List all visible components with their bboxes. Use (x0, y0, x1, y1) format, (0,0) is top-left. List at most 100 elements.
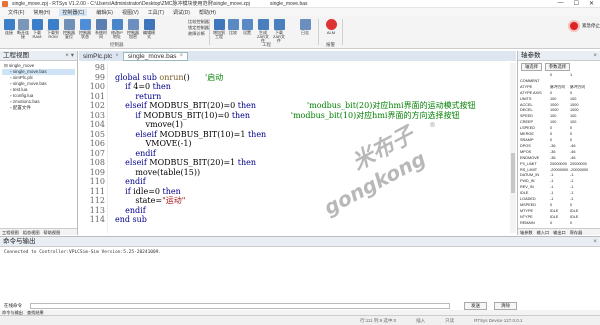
download-rom-button[interactable]: 下载到ROM (46, 19, 60, 39)
minimize-icon[interactable]: — (558, 0, 564, 7)
menu-item[interactable]: 编辑(E) (96, 9, 113, 16)
code-line: elseif MODBUS_BIT(20)=1 then (115, 158, 256, 167)
maximize-icon[interactable]: ☐ (574, 0, 579, 7)
connect-button[interactable]: 连接 (2, 19, 16, 35)
editor-scrollbar[interactable] (510, 63, 516, 233)
param-row[interactable]: REMAIN 0 0 (520, 221, 600, 227)
online-command-label: 在线命令 (4, 303, 22, 308)
code-line: if idle=0 then (115, 187, 181, 196)
project-panel-tabs: 工程视图 组态视图 帮助视图 (0, 228, 77, 235)
compare-label: 比较 (229, 30, 237, 35)
editor-tab[interactable]: simPlc.plc × (79, 52, 123, 61)
title-bar: single_move.zpj - RTSys V1.2.00 - C:\Use… (0, 0, 600, 8)
reset-label: 控制器复位 (63, 30, 75, 39)
download-ram-label: 下载RAM (32, 30, 42, 39)
menu-bar: 文件(F) 常用(H) 控制器(C) 编辑(E) 视图(V) 工具(T) 调试(D) 帮助(H… (0, 8, 600, 16)
editor-tab[interactable]: single_move.bas × (122, 52, 189, 61)
status-button[interactable]: 控制器状态 (78, 19, 92, 39)
zar-download-label: 下载ZAR文件 (273, 30, 285, 43)
edit-mode-button[interactable]: 编辑模式 (142, 19, 156, 39)
code-token: endif (115, 205, 146, 215)
param-select-button[interactable]: 参数选择 (544, 63, 571, 71)
compare-icon (227, 19, 239, 30)
project-tab[interactable]: 组态视图 (23, 229, 40, 235)
axis-panel-close-icon[interactable]: × (593, 51, 600, 60)
code-token: then (162, 186, 181, 196)
axis-panel-tab[interactable]: 输入口 (537, 229, 550, 235)
command-panel-close-icon[interactable]: × (593, 237, 600, 246)
axis-panel-tabs: 轴参数 输入口 输出口 寄存器 (518, 228, 600, 235)
code-token: MODBUS_BIT(20)=0 (149, 101, 238, 110)
code-line: endif (115, 149, 156, 158)
menu-item[interactable]: 调试(D) (173, 9, 190, 16)
code-line: VMOVE(-1) (115, 139, 192, 148)
zar-button[interactable]: 生成ZAR文件 (256, 19, 270, 43)
code-line: vmove(1) (115, 120, 184, 129)
add-project-label: 增加到工程 (213, 30, 225, 39)
axis-panel-tab[interactable]: 轴参数 (520, 229, 533, 235)
disconnect-button[interactable]: 断开连接 (16, 19, 30, 39)
ip-icon (111, 19, 123, 30)
code-token: then (231, 110, 251, 120)
tree-item[interactable]: ▫ 配置文件 (2, 105, 75, 111)
menu-item[interactable]: 文件(F) (8, 9, 24, 16)
code-token: if (115, 82, 134, 91)
axis-select-button[interactable]: 轴选择 (521, 63, 542, 71)
menu-item[interactable]: 帮助(H) (199, 9, 216, 16)
status-position: 行:111 列:9 选中:0 (360, 317, 397, 323)
editor-tabs: simPlc.plc × single_move.bas × (79, 51, 516, 61)
panel-close-icon[interactable]: × ▾ (65, 51, 77, 60)
command-input[interactable] (30, 303, 450, 309)
ip-button[interactable]: 修改IP地址 (110, 19, 124, 39)
code-area[interactable]: 98 99 global sub onrun() '启动 100 if 4=0 the… (79, 63, 516, 233)
line-number: 114 (89, 215, 105, 224)
code-token: then (152, 82, 171, 91)
diagnose-item[interactable]: 故障诊断 (188, 31, 209, 37)
settings-button[interactable]: 设置 (240, 19, 254, 35)
command-panel-title: 命令与输出 (3, 238, 36, 245)
code-token: idle=0 (133, 186, 163, 196)
reset-button[interactable]: 控制器复位 (62, 19, 76, 39)
menu-item[interactable]: 工具(T) (148, 9, 164, 16)
code-line: if MODBUS_BIT(10)=0 then 'modbus_bit(10)… (115, 111, 459, 120)
menu-item[interactable]: 常用(H) (33, 9, 50, 16)
line-number: 108 (89, 158, 105, 167)
close-icon[interactable]: ✕ (589, 0, 594, 7)
send-button[interactable]: 发送 (464, 302, 487, 310)
connect-label: 连接 (5, 30, 13, 35)
compare-button[interactable]: 比较 (226, 19, 240, 35)
disconnect-label: 断开连接 (17, 30, 29, 39)
project-tab[interactable]: 帮助视图 (44, 229, 61, 235)
status-insert: 插入 (416, 317, 426, 323)
zar-download-button[interactable]: 下载ZAR文件 (272, 19, 286, 43)
ribbon-toolbar: 连接 断开连接 下载RAM 下载到ROM 控制器复位 控制器状态 系统时间 修改IP地址 控制器… (0, 16, 600, 49)
menu-item[interactable]: 视图(V) (122, 9, 139, 16)
lock-button[interactable]: 控制器加密 (126, 19, 140, 39)
menu-item[interactable]: 控制器(C) (59, 8, 88, 16)
axis-params-title: 轴参数 (521, 52, 541, 59)
tab-close-icon[interactable]: × (180, 52, 184, 61)
add-project-button[interactable]: 增加到工程 (212, 19, 226, 39)
alarm-label: ALM (326, 30, 336, 35)
emergency-stop-button[interactable]: 紧急停止 (568, 20, 600, 32)
disconnect-icon (17, 19, 29, 30)
code-token: if (115, 110, 144, 120)
command-output: Connected to Controller:VPLCSim-Sim Vers… (4, 250, 162, 255)
code-token: end sub (115, 215, 147, 224)
ribbon-mini-list: 比较控制器 锁定控制器 故障诊断 (188, 19, 209, 37)
watermark-reg: ® (429, 121, 436, 129)
log-button[interactable]: 日志 (298, 19, 312, 35)
project-tab[interactable]: 工程视图 (2, 229, 19, 235)
axis-panel-tab[interactable]: 输出口 (553, 229, 566, 235)
code-token: "运动" (162, 196, 186, 205)
clear-button[interactable]: 清除 (494, 302, 517, 310)
clock-label: 系统时间 (95, 30, 107, 39)
axis-params-table: 0 1 COMMENT ATYPE 脉冲方向 脉冲方向 ATYPE AXIS 0 0 UNITS 1… (518, 73, 600, 227)
download-ram-button[interactable]: 下载RAM (30, 19, 44, 39)
status-device: RTSys Device 127.0.0.1 (474, 318, 523, 323)
tab-close-icon[interactable]: × (115, 52, 119, 61)
clock-button[interactable]: 系统时间 (94, 19, 108, 39)
download-rom-icon (47, 19, 59, 30)
alarm-button[interactable]: ALM (324, 19, 338, 35)
axis-panel-tab[interactable]: 寄存器 (570, 229, 583, 235)
